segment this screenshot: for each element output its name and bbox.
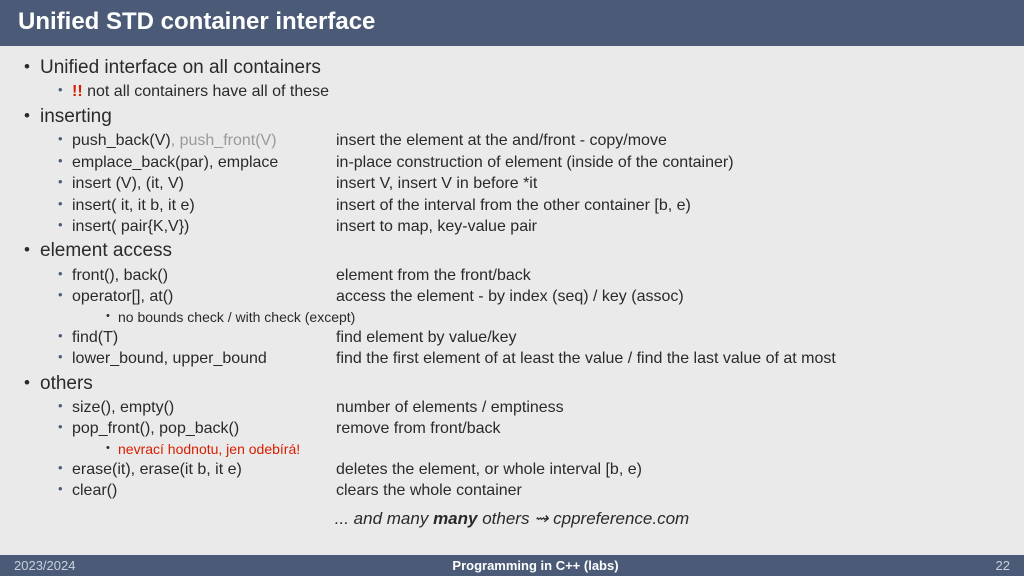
method-item: size(), empty()number of elements / empt… <box>40 398 1002 418</box>
method-item: push_back(V), push_front(V)insert the el… <box>40 131 1002 151</box>
method-item: !! not all containers have all of these <box>40 82 1002 102</box>
method-desc: insert of the interval from the other co… <box>336 196 1002 216</box>
method-name: not all containers have all of these <box>83 83 329 100</box>
method-name: operator[], at() <box>72 287 336 307</box>
method-desc: remove from front/back <box>336 419 1002 439</box>
slide-title: Unified STD container interface <box>0 0 1024 46</box>
method-item: insert( pair{K,V})insert to map, key-val… <box>40 217 1002 237</box>
warning-icon: !! <box>72 83 83 100</box>
method-name: front(), back() <box>72 266 336 286</box>
slide: Unified STD container interface Unified … <box>0 0 1024 576</box>
method-desc: number of elements / emptiness <box>336 398 1002 418</box>
method-item: clear()clears the whole container <box>40 481 1002 501</box>
method-item: operator[], at()access the element - by … <box>40 287 1002 326</box>
section-label: others <box>40 373 93 394</box>
closing-note: ... and many many others ⇝ cppreference.… <box>22 508 1002 530</box>
method-name: insert (V), (it, V) <box>72 174 336 194</box>
slide-content: Unified interface on all containers!! no… <box>0 46 1024 555</box>
footer-year: 2023/2024 <box>14 558 75 573</box>
section: Unified interface on all containers!! no… <box>22 56 1002 103</box>
section-label: inserting <box>40 106 112 127</box>
section-label: element access <box>40 240 172 261</box>
method-item: lower_bound, upper_boundfind the first e… <box>40 349 1002 369</box>
method-name: size(), empty() <box>72 398 336 418</box>
footer-course: Programming in C++ (labs) <box>452 558 618 573</box>
method-name: erase(it), erase(it b, it e) <box>72 460 336 480</box>
section-label: Unified interface on all containers <box>40 57 321 78</box>
method-desc: in-place construction of element (inside… <box>336 153 1002 173</box>
section: insertingpush_back(V), push_front(V)inse… <box>22 105 1002 238</box>
section: others size(), empty()number of elements … <box>22 372 1002 502</box>
footer: 2023/2024 Programming in C++ (labs) 22 <box>0 555 1024 576</box>
method-desc: clears the whole container <box>336 481 1002 501</box>
method-desc: insert to map, key-value pair <box>336 217 1002 237</box>
method-desc: find the first element of at least the v… <box>336 349 1002 369</box>
method-name: pop_front(), pop_back() <box>72 419 336 439</box>
method-name: insert( it, it b, it e) <box>72 196 336 216</box>
method-name: lower_bound, upper_bound <box>72 349 336 369</box>
method-desc: deletes the element, or whole interval [… <box>336 460 1002 480</box>
method-desc: insert the element at the and/front - co… <box>336 131 1002 151</box>
method-item: front(), back()element from the front/ba… <box>40 266 1002 286</box>
method-item: erase(it), erase(it b, it e)deletes the … <box>40 460 1002 480</box>
method-item: insert( it, it b, it e)insert of the int… <box>40 196 1002 216</box>
method-desc: element from the front/back <box>336 266 1002 286</box>
method-item: pop_front(), pop_back()remove from front… <box>40 419 1002 458</box>
method-name: emplace_back(par), emplace <box>72 153 336 173</box>
method-desc: find element by value/key <box>336 328 1002 348</box>
method-desc: insert V, insert V in before *it <box>336 174 1002 194</box>
method-item: find(T)find element by value/key <box>40 328 1002 348</box>
method-item: insert (V), (it, V)insert V, insert V in… <box>40 174 1002 194</box>
method-name: find(T) <box>72 328 336 348</box>
method-name: insert( pair{K,V}) <box>72 217 336 237</box>
section: element access front(), back()element fro… <box>22 239 1002 369</box>
footer-page: 22 <box>996 558 1010 573</box>
method-note: nevrací hodnotu, jen odebírá! <box>72 441 1002 459</box>
method-desc: access the element - by index (seq) / ke… <box>336 287 1002 307</box>
method-name: clear() <box>72 481 336 501</box>
method-note: no bounds check / with check (except) <box>72 309 1002 327</box>
method-item: emplace_back(par), emplacein-place const… <box>40 153 1002 173</box>
method-name: push_back(V), push_front(V) <box>72 131 336 151</box>
